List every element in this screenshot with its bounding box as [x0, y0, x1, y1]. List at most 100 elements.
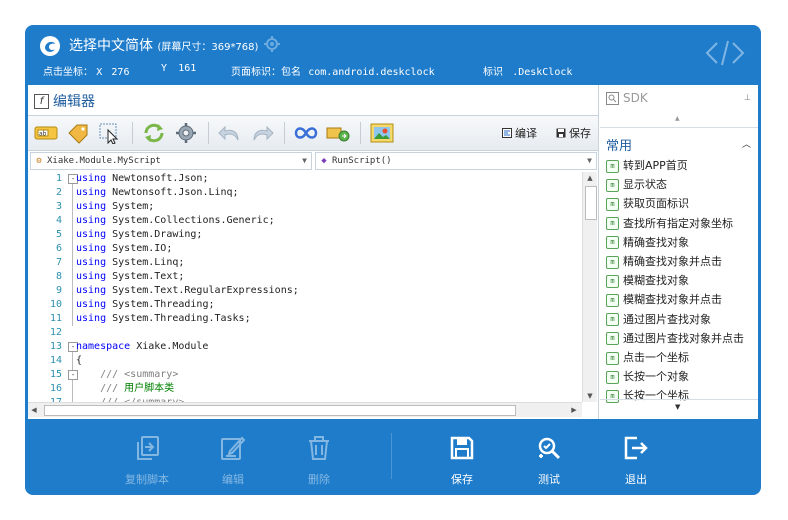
- copy-script-button[interactable]: 复制脚本: [117, 435, 177, 487]
- scroll-up-icon[interactable]: ▲: [583, 172, 597, 184]
- horizontal-scrollbar[interactable]: ◀ ▶: [28, 402, 582, 417]
- gear-icon[interactable]: [174, 122, 198, 144]
- code-line: 13- namespace Xiake.Module: [28, 340, 582, 354]
- code-token: System.Linq;: [106, 257, 185, 268]
- loop-icon[interactable]: [294, 122, 318, 144]
- code-token: System.Text.RegularExpressions;: [106, 285, 299, 296]
- test-button[interactable]: 测试: [519, 435, 579, 487]
- line-number: 1: [55, 173, 62, 184]
- code-line: 4 using System.Collections.Generic;: [28, 214, 582, 228]
- code-line: 8 using System.Text;: [28, 270, 582, 284]
- chevron-up-icon[interactable]: ︿: [742, 137, 751, 150]
- sdk-item[interactable]: m 精确查找对象: [606, 234, 689, 252]
- code-token: ///: [76, 383, 125, 394]
- method-icon: m: [606, 293, 619, 307]
- scroll-down-icon[interactable]: ▼: [675, 403, 680, 411]
- sdk-item-label: 通过图片查找对象: [623, 312, 711, 326]
- method-icon: m: [606, 217, 619, 231]
- y-coordinate: Y 161: [161, 63, 196, 74]
- chevron-down-icon: ▼: [587, 156, 592, 165]
- sdk-item[interactable]: m 长按一个坐标: [606, 387, 689, 403]
- sdk-item[interactable]: m 显示状态: [606, 176, 667, 194]
- window-title: 选择中文简体 (屏幕尺寸：369*768): [69, 35, 258, 55]
- sdk-item[interactable]: m 长按一个对象: [606, 368, 689, 386]
- scroll-thumb[interactable]: [585, 186, 597, 220]
- method-icon: m: [606, 313, 619, 327]
- compile-button[interactable]: 编译: [502, 125, 537, 141]
- sdk-item[interactable]: m 模糊查找对象并点击: [606, 291, 722, 309]
- sdk-item[interactable]: m 获取页面标识: [606, 195, 689, 213]
- code-token: System.Collections.Generic;: [106, 215, 275, 226]
- svg-text:ab: ab: [39, 131, 47, 138]
- code-token: using: [76, 201, 107, 212]
- test-label: 测试: [538, 473, 560, 486]
- code-editor[interactable]: 1- using Newtonsoft.Json; 2 using Newtonsof…: [28, 172, 582, 402]
- save-script-button[interactable]: 保存: [556, 125, 591, 141]
- page-label: 页面标识：包名: [231, 67, 301, 78]
- save-icon: [556, 128, 566, 138]
- delete-button[interactable]: 删除: [289, 435, 349, 487]
- refresh-icon[interactable]: [142, 122, 166, 144]
- sdk-item-label: 模糊查找对象并点击: [623, 293, 722, 307]
- code-line: 10 using System.Threading;: [28, 298, 582, 312]
- scroll-left-icon[interactable]: ◀: [28, 403, 40, 417]
- method-icon: m: [606, 255, 619, 269]
- test-search-icon: [538, 437, 561, 460]
- redo-icon[interactable]: [250, 122, 274, 144]
- method-select[interactable]: ◆ RunScript() ▼: [315, 152, 597, 170]
- y-label: Y: [161, 63, 168, 74]
- edit-button[interactable]: 编辑: [203, 435, 263, 487]
- edit-label: 编辑: [222, 473, 244, 486]
- scroll-thumb[interactable]: [44, 405, 516, 416]
- sdk-title: SDK: [623, 91, 648, 105]
- image-icon[interactable]: [370, 122, 394, 144]
- code-token: using: [76, 187, 107, 198]
- code-token: System.Threading.Tasks;: [106, 313, 251, 324]
- tag-icon[interactable]: [66, 122, 90, 144]
- y-value: 161: [178, 63, 197, 74]
- category-common[interactable]: 常用: [606, 135, 632, 154]
- code-text: using System.IO;: [76, 242, 172, 256]
- undo-icon[interactable]: [218, 122, 242, 144]
- sdk-item[interactable]: m 通过图片查找对象并点击: [606, 330, 744, 348]
- sdk-item-label: 通过图片查找对象并点击: [623, 331, 744, 345]
- code-text: /// <summary>: [76, 368, 178, 382]
- edit-icon: [221, 436, 246, 460]
- line-number: 13: [49, 341, 62, 352]
- sdk-item[interactable]: m 精确查找对象并点击: [606, 253, 722, 271]
- code-token: using: [76, 299, 107, 310]
- pin-icon[interactable]: ⊥: [744, 93, 751, 102]
- sdk-item[interactable]: m 模糊查找对象: [606, 272, 689, 290]
- click-coordinate: 点击坐标： X 276: [43, 63, 129, 78]
- scroll-right-icon[interactable]: ▶: [568, 403, 580, 417]
- class-select[interactable]: ⚙ Xiake.Module.MyScript ▼: [30, 152, 312, 170]
- sdk-item[interactable]: m 查找所有指定对象坐标: [606, 215, 733, 233]
- save-button[interactable]: 保存: [432, 435, 492, 487]
- line-number: 10: [49, 299, 62, 310]
- sdk-item[interactable]: m 转到APP首页: [606, 157, 688, 175]
- scroll-up-icon[interactable]: ▲: [675, 115, 680, 122]
- line-number: 9: [55, 285, 62, 296]
- line-number: 8: [55, 271, 62, 282]
- code-line: 14 {: [28, 354, 582, 368]
- sdk-item[interactable]: m 点击一个坐标: [606, 349, 689, 367]
- exit-button[interactable]: 退出: [606, 435, 666, 487]
- editor-title: f 编辑器: [34, 91, 95, 111]
- sdk-item-label: 获取页面标识: [623, 197, 689, 211]
- text-field-icon[interactable]: ab: [34, 122, 58, 144]
- select-pointer-icon[interactable]: [98, 122, 122, 144]
- button-separator: [391, 433, 392, 479]
- sdk-item-label: 显示状态: [623, 178, 667, 192]
- sdk-item[interactable]: m 通过图片查找对象: [606, 311, 711, 329]
- transfer-icon[interactable]: [326, 122, 350, 144]
- code-token: {: [76, 355, 83, 366]
- code-token: using: [76, 229, 107, 240]
- editor-toolbar: ab 编译 保存: [28, 116, 598, 151]
- scroll-down-icon[interactable]: ▼: [583, 390, 597, 402]
- vertical-scrollbar[interactable]: ▲ ▼: [582, 172, 597, 402]
- method-icon: m: [606, 178, 619, 192]
- sdk-item-label: 点击一个坐标: [623, 351, 689, 364]
- class-select-value: Xiake.Module.MyScript: [47, 156, 161, 166]
- settings-gear-icon[interactable]: [263, 35, 281, 53]
- copy-label: 复制脚本: [125, 473, 169, 486]
